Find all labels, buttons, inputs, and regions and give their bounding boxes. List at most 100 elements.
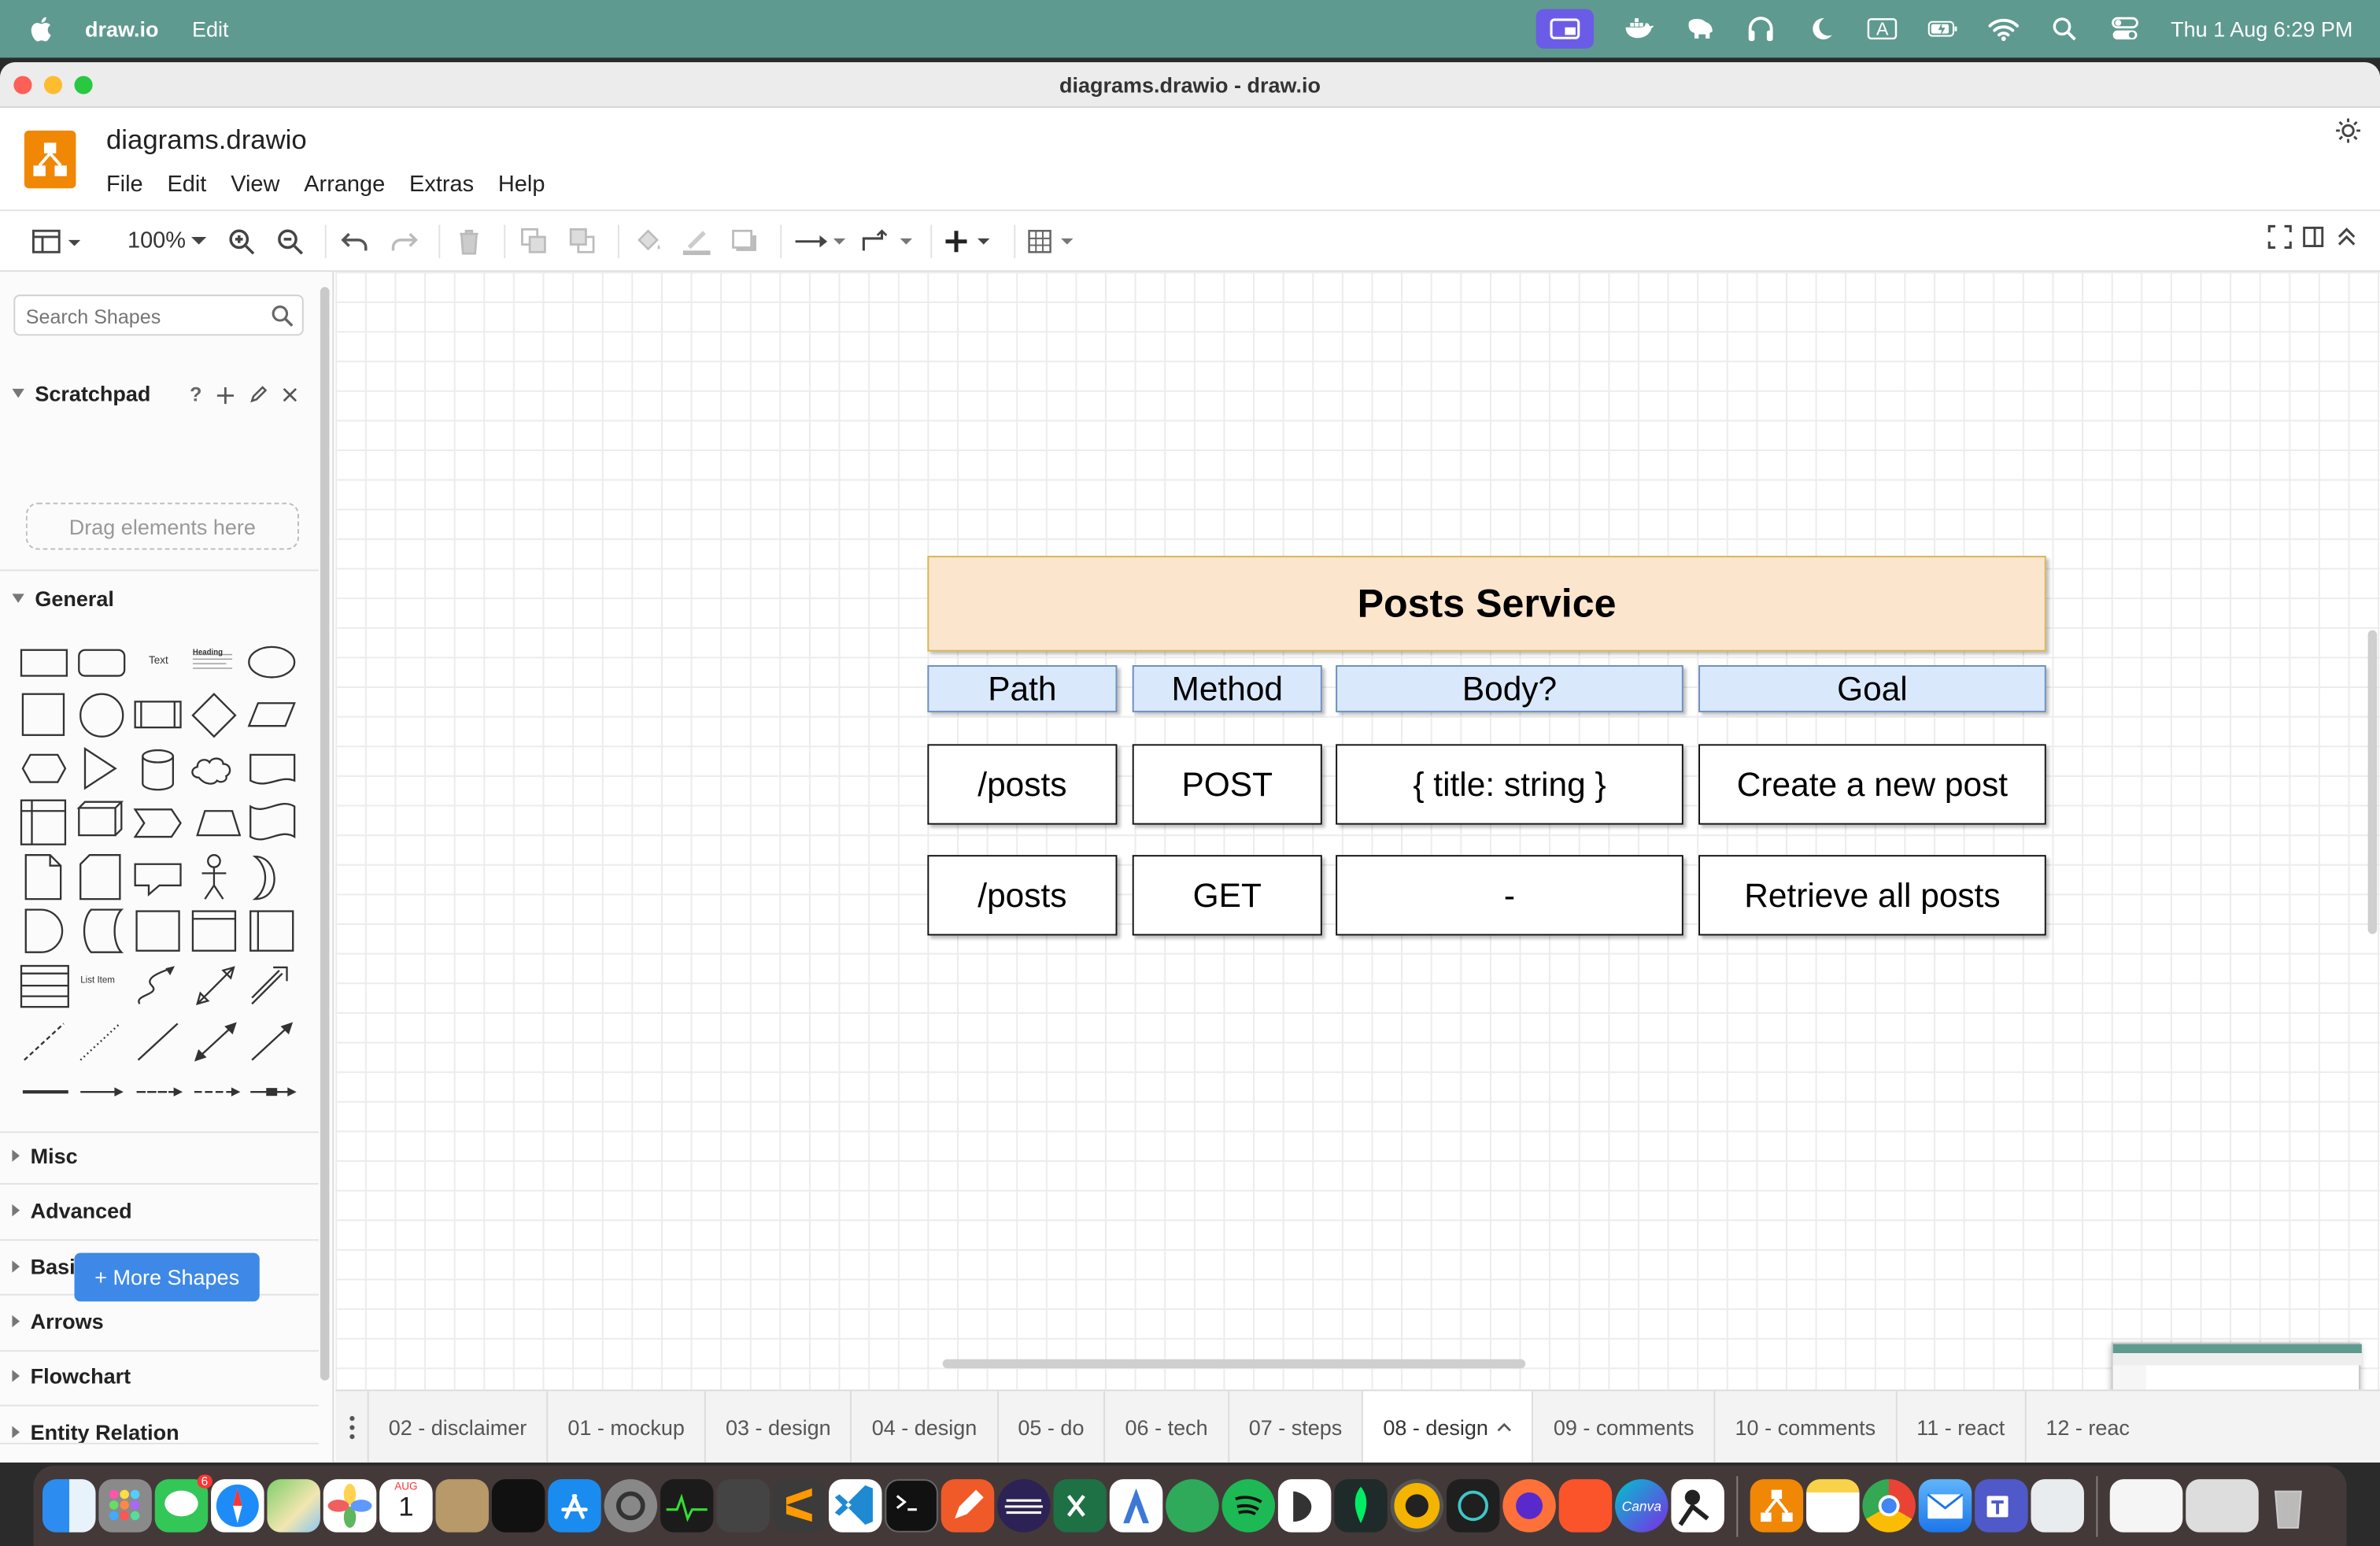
preview-icon[interactable] <box>2031 1479 2084 1533</box>
text-shape[interactable]: Text <box>149 656 168 667</box>
page-tab[interactable]: 12 - reac <box>2026 1391 2149 1463</box>
row1-method-cell[interactable]: POST <box>1132 744 1322 825</box>
search-icon[interactable] <box>272 305 294 327</box>
advanced-section-header[interactable]: Advanced <box>0 1188 319 1233</box>
delete-icon[interactable] <box>453 224 486 257</box>
row1-body-cell[interactable]: { title: string } <box>1336 744 1683 825</box>
format-panel-toggle-icon[interactable] <box>31 224 85 257</box>
connection-style-icon[interactable] <box>794 224 846 257</box>
row2-method-cell[interactable]: GET <box>1132 855 1322 936</box>
triangle-shape[interactable] <box>83 747 117 790</box>
chrome-icon[interactable] <box>1862 1479 1916 1533</box>
container-shape[interactable] <box>135 910 180 952</box>
input-source-icon[interactable]: A <box>1867 15 1898 43</box>
row2-body-cell[interactable]: - <box>1336 855 1683 936</box>
menubar-clock[interactable]: Thu 1 Aug 6:29 PM <box>2171 17 2352 41</box>
minimize-window-button[interactable] <box>43 76 63 94</box>
dashed-line-shape[interactable] <box>24 1023 65 1061</box>
zoom-dropdown[interactable]: 100% <box>128 227 208 253</box>
headphones-icon[interactable] <box>1746 15 1776 43</box>
ellipse-shape[interactable] <box>248 645 296 679</box>
wifi-icon[interactable] <box>1988 15 2020 43</box>
frame-shape[interactable] <box>191 910 237 952</box>
to-back-icon[interactable] <box>567 224 600 257</box>
tableplus-icon[interactable] <box>1277 1479 1332 1533</box>
page-tab-active[interactable]: 08 - design <box>1363 1391 1534 1463</box>
data-storage-shape[interactable] <box>83 908 124 953</box>
zoom-in-icon[interactable] <box>225 224 258 257</box>
menubar-edit[interactable]: Edit <box>192 17 229 41</box>
header-body[interactable]: Body? <box>1336 665 1683 712</box>
format-panel-icon[interactable] <box>2301 225 2326 250</box>
menu-file[interactable]: File <box>106 172 143 198</box>
collapse-chevron-icon[interactable] <box>2334 225 2359 250</box>
hexagon-shape[interactable] <box>21 753 67 783</box>
tape-shape[interactable] <box>249 802 296 841</box>
document-shape[interactable] <box>249 753 296 785</box>
search-shapes-field[interactable] <box>13 294 304 336</box>
page-tab[interactable]: 05 - do <box>998 1391 1106 1463</box>
firefox-icon[interactable] <box>1502 1479 1556 1533</box>
chevron-up-icon[interactable] <box>1498 1421 1513 1433</box>
chrome-canary-icon[interactable] <box>1390 1479 1444 1533</box>
actor-shape[interactable] <box>201 854 227 900</box>
connector-arrow-shape[interactable] <box>80 1087 124 1097</box>
sidebar-scrollbar[interactable] <box>320 287 330 1381</box>
trapezoid-shape[interactable] <box>196 810 242 837</box>
waypoints-icon[interactable] <box>861 224 913 257</box>
apple-tv-icon[interactable] <box>491 1479 545 1533</box>
bidirectional-connector-shape[interactable] <box>194 1022 237 1062</box>
entity-relation-section-header[interactable]: Entity Relation <box>0 1409 319 1455</box>
shadow-icon[interactable] <box>729 224 762 257</box>
moon-icon[interactable] <box>1806 15 1837 43</box>
arrows-section-header[interactable]: Arrows <box>0 1299 319 1344</box>
safari-icon[interactable] <box>211 1479 264 1533</box>
teams-icon[interactable] <box>1975 1479 2028 1533</box>
page-menu-icon[interactable] <box>335 1391 369 1463</box>
canvas-horizontal-scrollbar[interactable] <box>942 1359 1526 1369</box>
step-shape[interactable] <box>133 808 182 838</box>
sourcetree-icon[interactable] <box>1166 1479 1219 1533</box>
sublime-text-icon[interactable] <box>772 1479 826 1533</box>
maps-icon[interactable] <box>267 1479 320 1533</box>
menubar-app-name[interactable]: draw.io <box>85 17 159 41</box>
page-tab[interactable]: 02 - disclaimer <box>369 1391 549 1463</box>
apple-icon[interactable] <box>31 15 55 43</box>
vscode-icon[interactable] <box>829 1479 882 1533</box>
canva-icon[interactable]: Canva <box>1615 1479 1669 1533</box>
canvas-vertical-scrollbar[interactable] <box>2367 630 2378 934</box>
scratchpad-close-icon[interactable] <box>283 386 298 401</box>
more-shapes-button[interactable]: + More Shapes <box>74 1252 260 1302</box>
internal-storage-shape[interactable] <box>20 799 67 845</box>
row2-goal-cell[interactable]: Retrieve all posts <box>1698 855 2046 936</box>
theme-sun-icon[interactable] <box>2334 117 2362 145</box>
rounded-rectangle-shape[interactable] <box>78 649 126 677</box>
header-goal[interactable]: Goal <box>1698 665 2046 712</box>
instruments-icon[interactable] <box>1109 1479 1163 1533</box>
spotify-icon[interactable] <box>1221 1479 1276 1533</box>
menu-extras[interactable]: Extras <box>409 172 474 198</box>
flowchart-section-header[interactable]: Flowchart <box>0 1353 319 1399</box>
scratchpad-add-icon[interactable] <box>216 386 235 404</box>
square-shape[interactable] <box>21 693 65 736</box>
menu-edit[interactable]: Edit <box>167 172 206 198</box>
app-store-icon[interactable] <box>548 1479 601 1533</box>
misc-section-header[interactable]: Misc <box>0 1133 319 1178</box>
page-tab[interactable]: 09 - comments <box>1534 1391 1716 1463</box>
scratchpad-dropzone[interactable]: Drag elements here <box>25 502 299 550</box>
curve-shape[interactable] <box>138 966 176 1004</box>
menu-arrange[interactable]: Arrange <box>304 172 385 198</box>
or-shape[interactable] <box>252 855 275 901</box>
finder-icon[interactable] <box>42 1479 96 1533</box>
row1-goal-cell[interactable]: Create a new post <box>1698 744 2046 825</box>
diamond-shape[interactable] <box>191 693 237 738</box>
scratchpad-header[interactable]: Scratchpad ? <box>0 371 319 416</box>
dotted-line-shape[interactable] <box>79 1023 121 1061</box>
search-shapes-input[interactable] <box>25 305 254 328</box>
note-shape[interactable] <box>24 854 62 901</box>
diagram-canvas[interactable]: Posts Service Path Method Body? Goal /po… <box>335 272 2380 1390</box>
activity-monitor-icon[interactable] <box>660 1479 714 1533</box>
terminal-icon[interactable] <box>885 1479 938 1533</box>
notes-icon[interactable] <box>1806 1479 1860 1533</box>
brave-icon[interactable] <box>1558 1479 1613 1533</box>
